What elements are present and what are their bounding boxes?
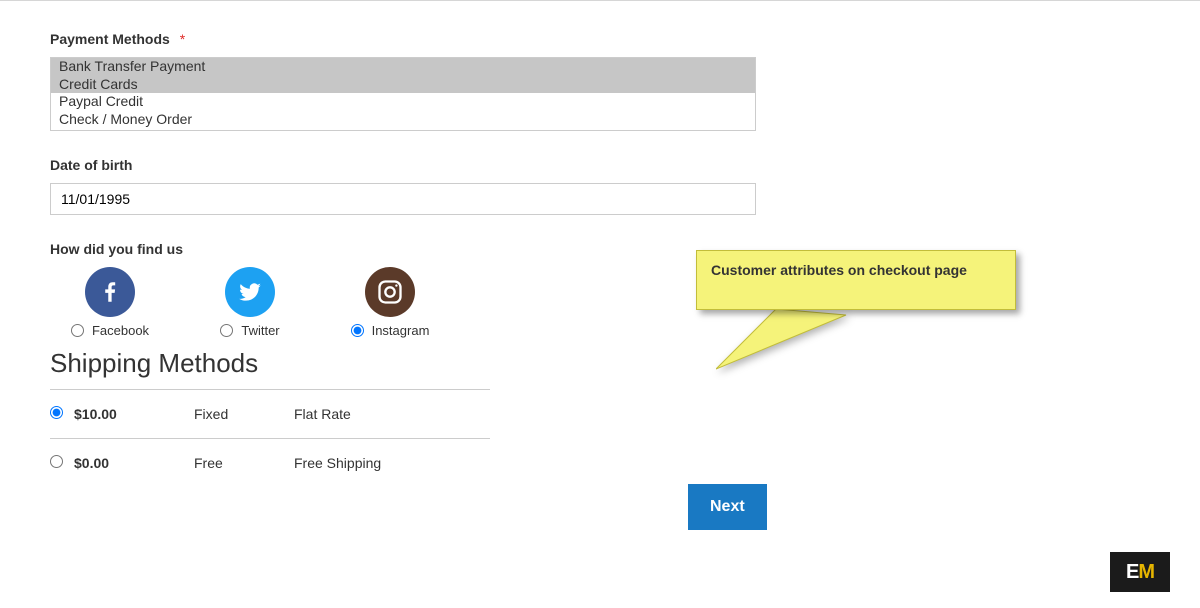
shipping-methods-table: $10.00 Fixed Flat Rate $0.00 Free Free S… <box>50 389 490 487</box>
shipping-methods-heading: Shipping Methods <box>50 348 1150 379</box>
next-button[interactable]: Next <box>688 484 767 530</box>
facebook-icon <box>85 267 135 317</box>
required-asterisk: * <box>180 31 185 47</box>
shipping-type: Fixed <box>194 406 294 422</box>
find-us-radio-instagram[interactable] <box>351 324 364 337</box>
find-us-radio-label: Twitter <box>241 323 279 338</box>
find-us-radio-facebook[interactable] <box>71 324 84 337</box>
find-us-option-twitter: Twitter <box>210 267 290 338</box>
twitter-icon <box>225 267 275 317</box>
shipping-radio-free[interactable] <box>50 455 63 468</box>
find-us-radio-twitter[interactable] <box>220 324 233 337</box>
shipping-row[interactable]: $0.00 Free Free Shipping <box>50 438 490 487</box>
payment-methods-multiselect[interactable]: Bank Transfer Payment Credit Cards Paypa… <box>50 57 756 131</box>
annotation-callout: Customer attributes on checkout page <box>696 250 1016 310</box>
payment-method-option[interactable]: Bank Transfer Payment <box>51 58 755 76</box>
instagram-icon <box>365 267 415 317</box>
shipping-price: $10.00 <box>74 406 194 422</box>
find-us-option-facebook: Facebook <box>70 267 150 338</box>
logo-letter-m: M <box>1138 561 1154 584</box>
shipping-price: $0.00 <box>74 455 194 471</box>
payment-method-option[interactable]: Paypal Credit <box>51 93 755 111</box>
shipping-type: Free <box>194 455 294 471</box>
find-us-radio-label: Facebook <box>92 323 149 338</box>
find-us-option-instagram: Instagram <box>350 267 430 338</box>
logo-letter-e: E <box>1126 561 1138 584</box>
shipping-carrier: Free Shipping <box>294 455 490 471</box>
payment-method-option[interactable]: Credit Cards <box>51 76 755 94</box>
payment-method-option[interactable]: Check / Money Order <box>51 111 755 129</box>
dob-input[interactable] <box>50 183 756 215</box>
dob-label: Date of birth <box>50 157 1150 173</box>
em-logo: EM <box>1110 552 1170 592</box>
shipping-radio-flatrate[interactable] <box>50 406 63 419</box>
find-us-radio-label: Instagram <box>372 323 430 338</box>
shipping-row[interactable]: $10.00 Fixed Flat Rate <box>50 389 490 438</box>
shipping-carrier: Flat Rate <box>294 406 490 422</box>
payment-methods-label: Payment Methods * <box>50 31 1150 47</box>
